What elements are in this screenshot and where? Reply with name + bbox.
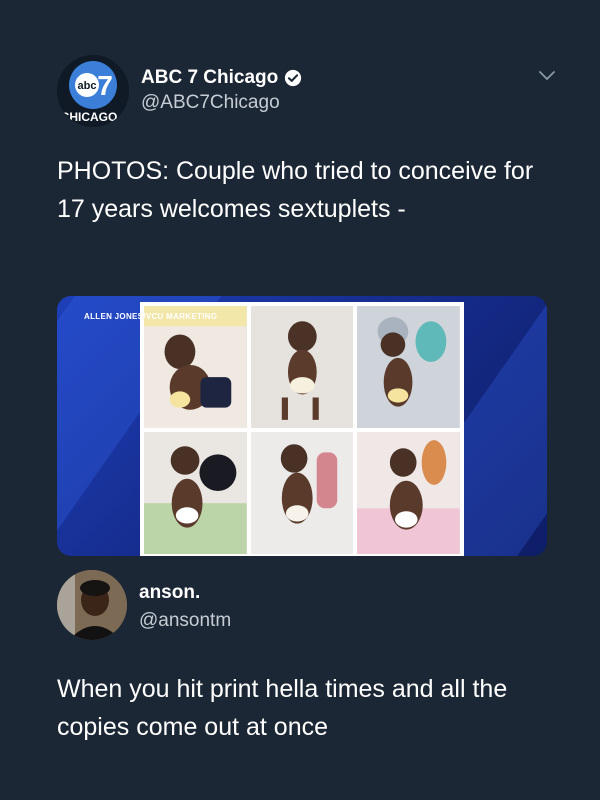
photo-credit: ALLEN JONES/VCU MARKETING — [84, 312, 218, 321]
abc-logo-number: 7 — [97, 70, 113, 101]
baby-image — [144, 432, 247, 554]
anson-avatar[interactable] — [57, 570, 127, 640]
baby-photo-4 — [144, 432, 247, 554]
verified-badge-icon — [285, 69, 302, 87]
user-avatar-icon — [57, 570, 127, 640]
baby-photo-1 — [144, 306, 247, 428]
chevron-down-icon[interactable] — [537, 69, 557, 83]
abc-logo-city: CHICAGO — [61, 110, 118, 124]
author-handle[interactable]: @ABC7Chicago — [141, 92, 302, 114]
screenshot-page: abc 7 CHICAGO ABC 7 Chicago @ABC7Chicago… — [0, 0, 600, 800]
baby-image — [357, 432, 460, 554]
author-display-name[interactable]: ABC 7 Chicago — [141, 67, 278, 89]
reply-author-name[interactable]: anson. — [139, 582, 200, 604]
baby-photo-3 — [357, 306, 460, 428]
baby-image — [250, 306, 354, 428]
baby-photo-2 — [250, 306, 354, 428]
abc-logo-text: abc — [78, 80, 97, 92]
baby-image — [144, 306, 247, 428]
baby-image — [357, 306, 460, 428]
baby-image — [250, 432, 354, 554]
reply-text: When you hit print hella times and all t… — [57, 675, 508, 741]
abc7-avatar[interactable]: abc 7 CHICAGO — [57, 55, 129, 127]
abc7-logo-icon: abc 7 CHICAGO — [57, 55, 129, 127]
sextuplets-photo-grid — [140, 302, 464, 556]
author-block: ABC 7 Chicago @ABC7Chicago — [141, 67, 302, 114]
tweet-media-card[interactable]: ALLEN JONES/VCU MARKETING — [57, 296, 547, 556]
author-name-row[interactable]: ABC 7 Chicago — [141, 67, 302, 89]
baby-photo-6 — [357, 432, 460, 554]
tweet-header: abc 7 CHICAGO ABC 7 Chicago @ABC7Chicago — [57, 55, 557, 127]
tweet-text: PHOTOS: Couple who tried to conceive for… — [57, 157, 534, 223]
reply-header: anson. @ansontm — [57, 568, 557, 640]
baby-photo-5 — [250, 432, 354, 554]
reply-author-handle[interactable]: @ansontm — [139, 610, 231, 632]
